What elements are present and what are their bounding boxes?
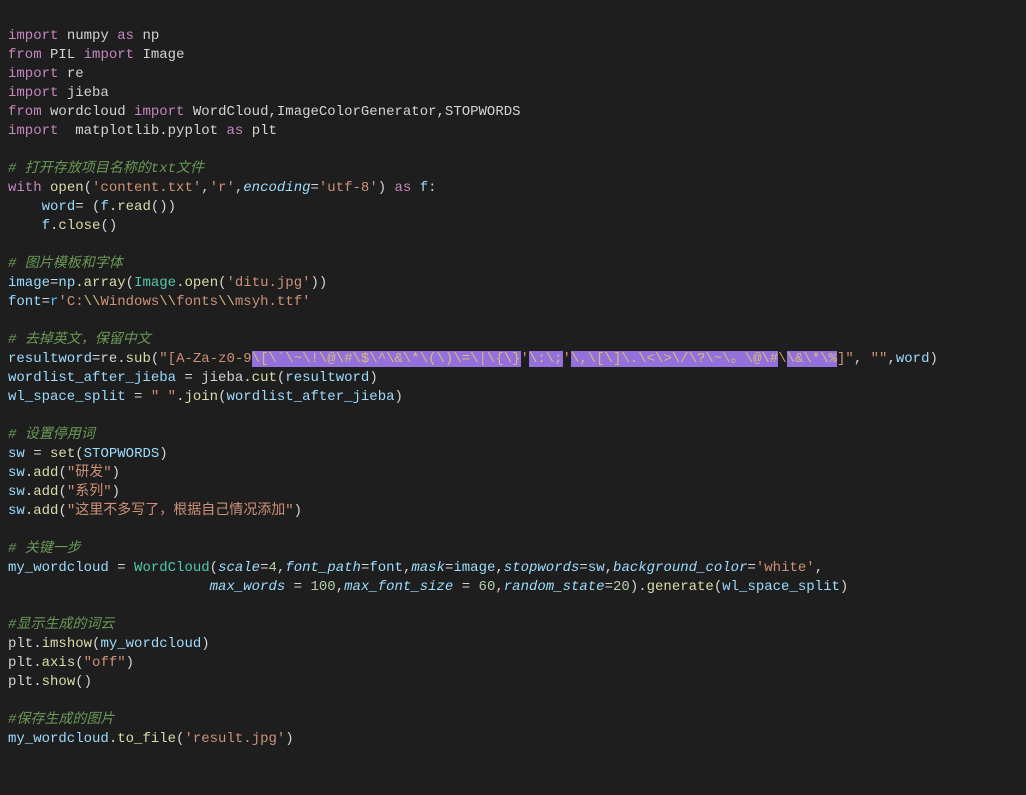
line-27: plt.imshow(my_wordcloud) (8, 636, 210, 652)
line-8: with open('content.txt','r',encoding='ut… (8, 180, 437, 196)
line-5: from wordcloud import WordCloud,ImageCol… (8, 104, 521, 120)
line-24: my_wordcloud = WordCloud(scale=4,font_pa… (8, 560, 823, 576)
line-3: import re (8, 66, 84, 82)
line-20: sw.add("研发") (8, 465, 120, 481)
line-1: import numpy as np (8, 28, 159, 44)
code-editor: { "code": { "l1": {"kw1":"import","mod":… (0, 0, 1026, 795)
line-4: import jieba (8, 85, 109, 101)
line-25: max_words = 100,max_font_size = 60,rando… (8, 579, 848, 595)
comment-4: # 设置停用词 (8, 427, 95, 443)
comment-2: # 图片模板和字体 (8, 256, 123, 272)
comment-3: # 去掉英文，保留中文 (8, 332, 151, 348)
line-17: wl_space_split = " ".join(wordlist_after… (8, 389, 403, 405)
line-15: resultword=re.sub("[A-Za-z0-9\[\`\~\!\@\… (8, 351, 938, 367)
line-16: wordlist_after_jieba = jieba.cut(resultw… (8, 370, 378, 386)
line-10: f.close() (8, 218, 117, 234)
comment-1: # 打开存放项目名称的txt文件 (8, 161, 204, 177)
line-22: sw.add("这里不多写了，根据自己情况添加") (8, 503, 302, 519)
line-12: image=np.array(Image.open('ditu.jpg')) (8, 275, 327, 291)
line-28: plt.axis("off") (8, 655, 134, 671)
line-2: from PIL import Image (8, 47, 184, 63)
comment-5: # 关键一步 (8, 541, 81, 557)
comment-6: #显示生成的词云 (8, 617, 114, 633)
line-13: font=r'C:\\Windows\\fonts\\msyh.ttf' (8, 294, 311, 310)
line-6: import matplotlib.pyplot as plt (8, 123, 277, 139)
line-9: word= (f.read()) (8, 199, 176, 215)
line-31: my_wordcloud.to_file('result.jpg') (8, 731, 294, 747)
comment-7: #保存生成的图片 (8, 712, 114, 728)
line-29: plt.show() (8, 674, 92, 690)
line-19: sw = set(STOPWORDS) (8, 446, 168, 462)
line-21: sw.add("系列") (8, 484, 120, 500)
